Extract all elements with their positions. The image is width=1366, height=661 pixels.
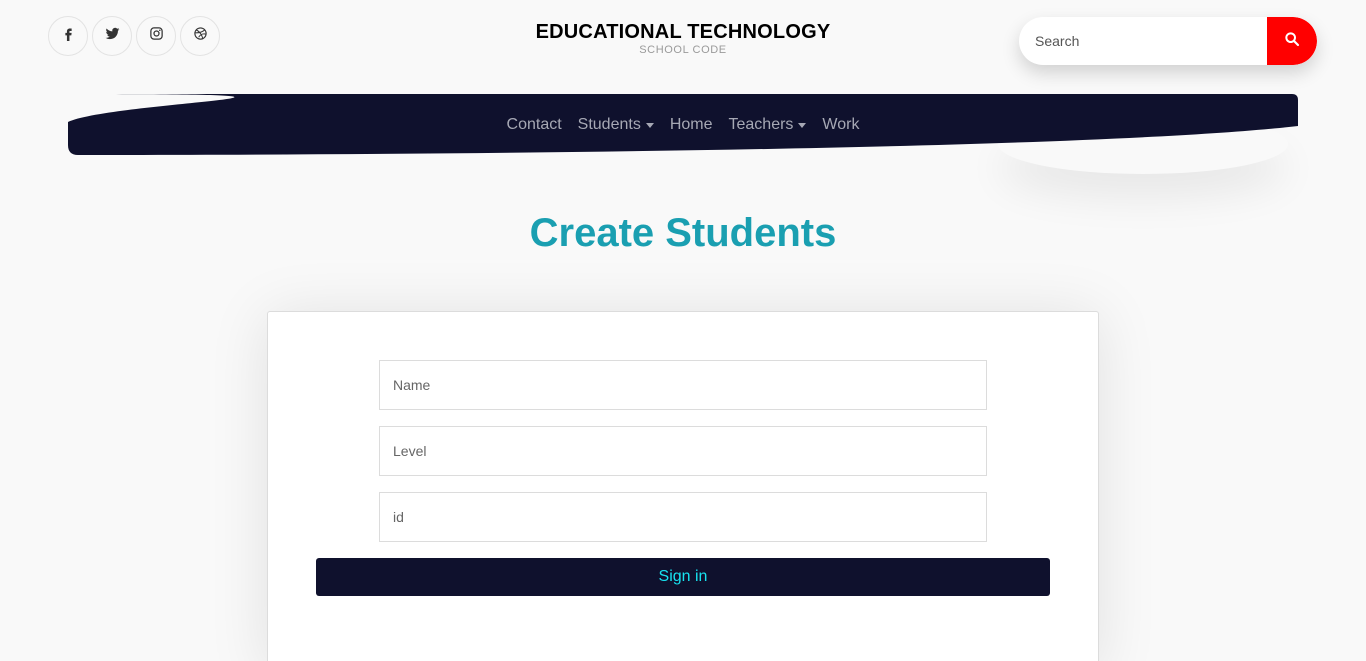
caret-down-icon: [798, 123, 807, 128]
search-bar: [1019, 17, 1317, 65]
search-button[interactable]: [1267, 17, 1317, 65]
create-student-form: Sign in: [267, 311, 1099, 661]
caret-down-icon: [645, 123, 654, 128]
nav-item-work[interactable]: Work: [822, 116, 859, 134]
nav-item-students[interactable]: Students: [578, 116, 654, 134]
nav-items: Contact Students Home Teachers Work: [68, 94, 1298, 155]
nav-item-label: Teachers: [728, 115, 794, 133]
nav-item-label: Home: [669, 115, 713, 133]
search-input[interactable]: [1019, 17, 1267, 65]
level-field[interactable]: [379, 426, 987, 476]
nav-item-label: Contact: [506, 115, 562, 133]
sign-in-button[interactable]: Sign in: [316, 558, 1050, 596]
nav-item-label: Students: [577, 115, 641, 133]
nav-item-teachers[interactable]: Teachers: [729, 116, 807, 134]
nav-item-label: Work: [822, 115, 860, 133]
page: EDUCATIONAL TECHNOLOGY SCHOOL CODE Conta…: [0, 0, 1366, 661]
name-field[interactable]: [379, 360, 987, 410]
nav-item-contact[interactable]: Contact: [507, 116, 562, 134]
search-icon: [1284, 31, 1300, 52]
nav-item-home[interactable]: Home: [670, 116, 713, 134]
page-title: Create Students: [529, 211, 837, 255]
main-nav: Contact Students Home Teachers Work: [68, 94, 1298, 155]
id-field[interactable]: [379, 492, 987, 542]
